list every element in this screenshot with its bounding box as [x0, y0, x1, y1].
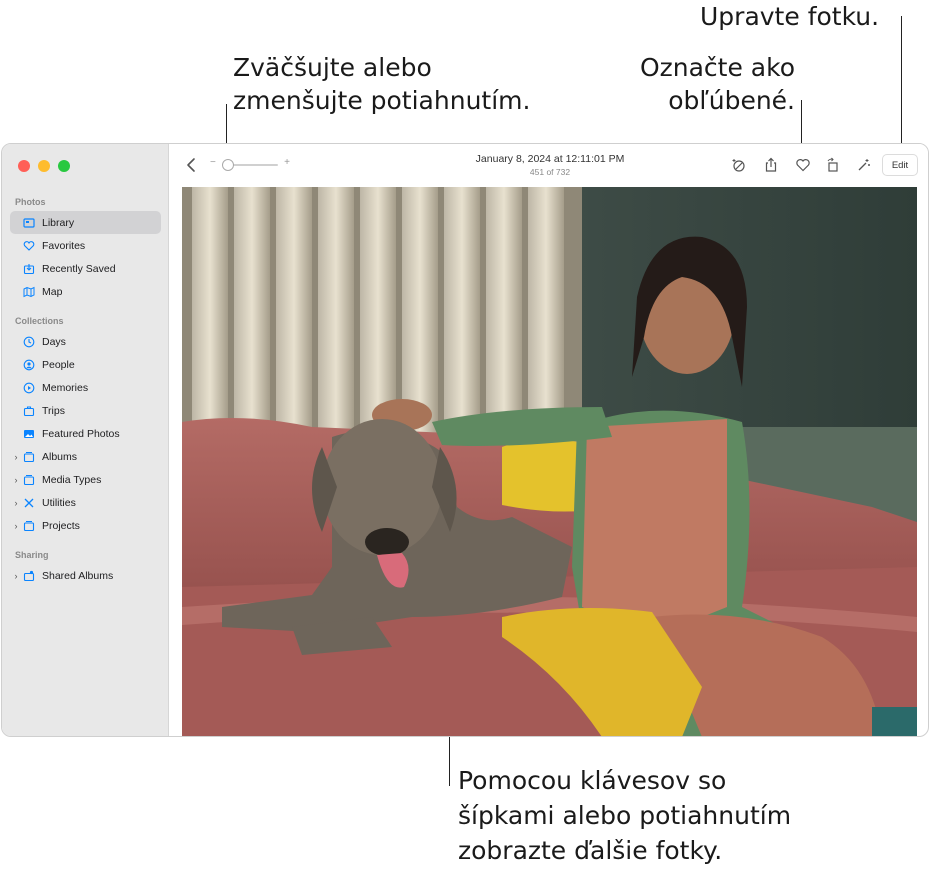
favorite-button[interactable] [794, 156, 812, 174]
sidebar-item-label: Featured Photos [42, 427, 120, 440]
photo-icon [22, 427, 36, 441]
chevron-right-icon[interactable]: › [10, 521, 22, 531]
sidebar-item-map[interactable]: Map [10, 280, 161, 303]
zoom-window-button[interactable] [58, 160, 70, 172]
sidebar-item-label: Map [42, 285, 63, 298]
callout-zoom-line-1: Zväčšujte alebo [233, 53, 432, 82]
sidebar-item-label: Projects [42, 519, 80, 532]
callout-favorite-line-2: obľúbené. [668, 86, 795, 115]
photo-image [182, 187, 917, 736]
sidebar-item-favorites[interactable]: Favorites [10, 234, 161, 257]
callout-favorite-line-1: Označte ako [639, 53, 795, 82]
photo-count: 451 of 732 [529, 167, 571, 177]
photos-window: Photos Library Favorites Recently Saved … [1, 143, 929, 737]
callout-navigate: Pomocou klávesov so šípkami alebo potiah… [458, 763, 791, 868]
sidebar-item-days[interactable]: Days [10, 330, 161, 353]
auto-enhance-icon [732, 159, 745, 172]
zoom-slider-knob[interactable] [222, 159, 234, 171]
zoom-in-icon[interactable]: + [284, 157, 290, 168]
album-icon [22, 473, 36, 487]
map-icon [22, 285, 36, 299]
close-window-button[interactable] [18, 160, 30, 172]
sidebar-item-trips[interactable]: Trips [10, 399, 161, 422]
sidebar-item-label: Media Types [42, 473, 102, 486]
sidebar-item-label: Memories [42, 381, 89, 394]
rotate-button[interactable] [824, 156, 842, 174]
library-icon [22, 216, 36, 230]
callout-zoom-line-2: zmenšujte potiahnutím. [233, 86, 531, 115]
auto-enhance-button[interactable] [730, 156, 748, 174]
sidebar-item-label: Albums [42, 450, 78, 463]
sidebar-item-featured-photos[interactable]: Featured Photos [10, 422, 161, 445]
heart-icon [22, 239, 36, 253]
edit-button[interactable]: Edit [882, 154, 918, 176]
magic-wand-button[interactable] [855, 156, 873, 174]
photo-date: January 8, 2024 at 12:11:01 PM [475, 153, 625, 165]
sidebar-item-label: Days [42, 335, 66, 348]
sidebar-item-label: Library [42, 216, 75, 229]
sidebar-item-shared-albums[interactable]: › Shared Albums [10, 564, 161, 587]
photo-title: January 8, 2024 at 12:11:01 PM 451 of 73… [430, 153, 670, 177]
sidebar-item-memories[interactable]: Memories [10, 376, 161, 399]
sidebar-item-label: Recently Saved [42, 262, 116, 275]
magic-wand-icon [858, 159, 870, 171]
sidebar-item-projects[interactable]: › Projects [10, 514, 161, 537]
shared-album-icon [22, 569, 36, 583]
sidebar: Photos Library Favorites Recently Saved … [2, 144, 169, 736]
sidebar-item-label: Utilities [42, 496, 76, 509]
callout-edit: Upravte fotku. [700, 0, 879, 33]
sidebar-item-label: Favorites [42, 239, 86, 252]
zoom-out-icon[interactable]: − [210, 157, 216, 168]
callout-navigate-line-3: zobrazte ďalšie fotky. [458, 836, 723, 865]
section-title-photos: Photos [15, 197, 46, 207]
clock-icon [22, 335, 36, 349]
chevron-right-icon[interactable]: › [10, 498, 22, 508]
sidebar-item-people[interactable]: People [10, 353, 161, 376]
suitcase-icon [22, 404, 36, 418]
album-icon [22, 450, 36, 464]
share-button[interactable] [762, 156, 780, 174]
heart-icon [796, 159, 810, 172]
callout-zoom: Zväčšujte alebo zmenšujte potiahnutím. [233, 51, 530, 117]
callout-edit-line-1: Upravte fotku. [700, 2, 880, 31]
recently-saved-icon [22, 262, 36, 276]
chevron-right-icon[interactable]: › [10, 571, 22, 581]
zoom-slider[interactable]: − + [210, 157, 290, 172]
sidebar-item-library[interactable]: Library [10, 211, 161, 234]
toolbar: − + January 8, 2024 at 12:11:01 PM 451 o… [170, 144, 928, 186]
rotate-icon [827, 157, 838, 172]
chevron-right-icon[interactable]: › [10, 475, 22, 485]
sidebar-item-label: Shared Albums [42, 569, 114, 582]
back-button[interactable] [184, 156, 200, 174]
callout-navigate-line-2: šípkami alebo potiahnutím [458, 801, 792, 830]
chevron-right-icon[interactable]: › [10, 452, 22, 462]
share-icon [765, 157, 777, 172]
photo-viewer[interactable] [182, 187, 917, 736]
callout-navigate-line-1: Pomocou klávesov so [458, 766, 727, 795]
minimize-window-button[interactable] [38, 160, 50, 172]
utilities-icon [22, 496, 36, 510]
sidebar-item-albums[interactable]: › Albums [10, 445, 161, 468]
window-controls [18, 160, 70, 172]
sidebar-item-label: Trips [42, 404, 65, 417]
section-title-sharing: Sharing [15, 550, 49, 560]
sidebar-item-label: People [42, 358, 75, 371]
sidebar-item-recently-saved[interactable]: Recently Saved [10, 257, 161, 280]
person-icon [22, 358, 36, 372]
callout-edit-leader [901, 16, 902, 151]
album-icon [22, 519, 36, 533]
memories-icon [22, 381, 36, 395]
chevron-left-icon [187, 158, 195, 172]
section-title-collections: Collections [15, 316, 64, 326]
sidebar-item-media-types[interactable]: › Media Types [10, 468, 161, 491]
sidebar-item-utilities[interactable]: › Utilities [10, 491, 161, 514]
callout-favorite: Označte ako obľúbené. [640, 51, 795, 117]
